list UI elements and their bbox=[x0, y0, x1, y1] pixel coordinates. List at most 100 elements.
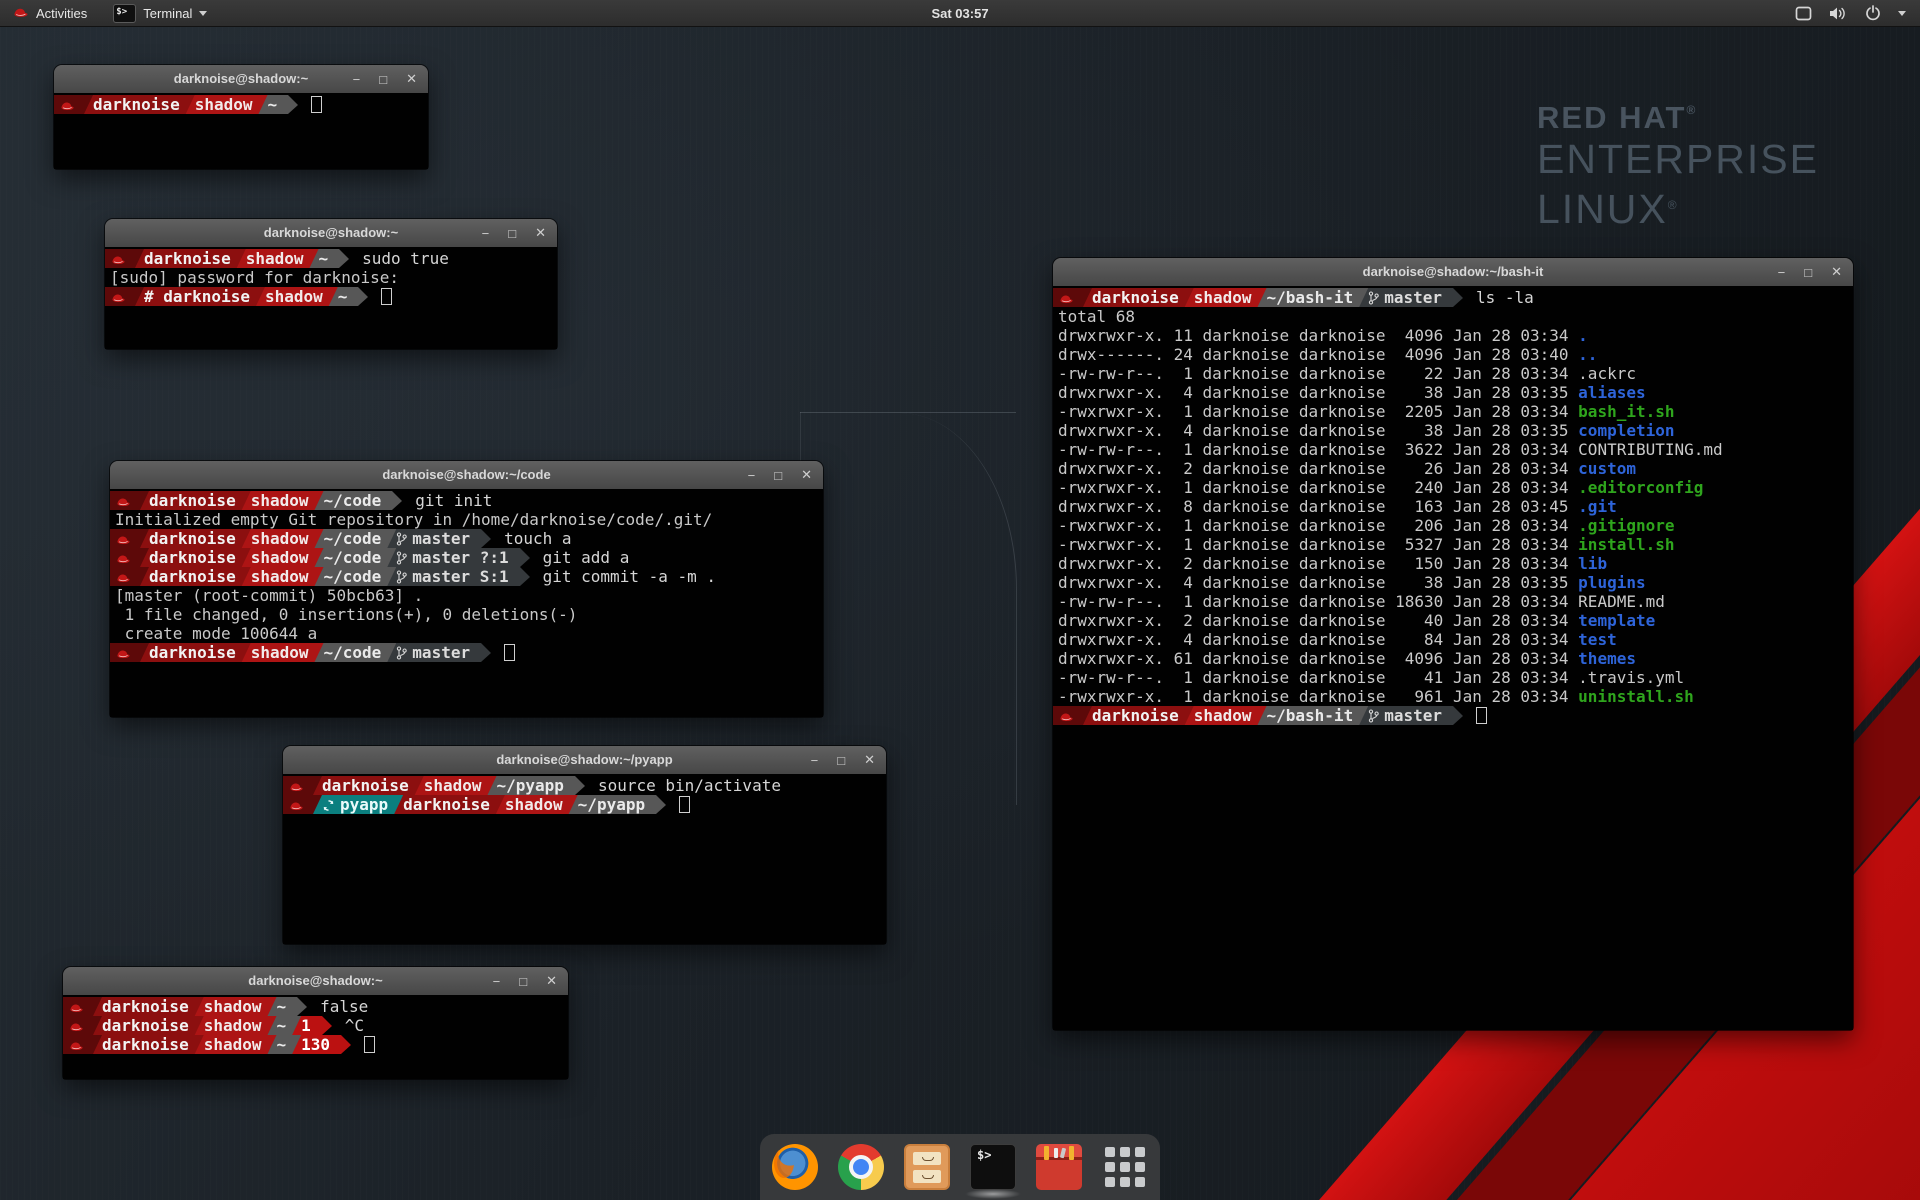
terminal-window-sudo[interactable]: darknoise@shadow:~ −□✕ darknoiseshadow~s… bbox=[105, 219, 557, 349]
prompt-arrow-cap bbox=[656, 795, 666, 814]
terminal-content[interactable]: darknoiseshadow ~/pyappsource bin/activat… bbox=[283, 774, 886, 944]
filename-dir: plugins bbox=[1578, 573, 1645, 592]
terminal-window-code[interactable]: darknoise@shadow:~/code −□✕ darknoisesha… bbox=[110, 461, 823, 717]
close-button[interactable]: ✕ bbox=[801, 467, 812, 483]
terminal-dock-icon[interactable]: $> bbox=[970, 1144, 1016, 1190]
prompt-line: pyappdarknoiseshadow~/pyapp bbox=[283, 795, 886, 814]
output-line: drwxrwxr-x. 4 darknoise darknoise 38 Jan… bbox=[1053, 421, 1853, 440]
prompt-segment-host: shadow bbox=[1184, 288, 1267, 307]
command-text: false bbox=[320, 997, 368, 1016]
close-button[interactable]: ✕ bbox=[1831, 264, 1842, 280]
terminal-content[interactable]: darknoiseshadow~/codegit initInitialized… bbox=[110, 489, 823, 717]
power-icon bbox=[1865, 5, 1881, 21]
grid-dot bbox=[1120, 1162, 1130, 1172]
activities-button[interactable]: Activities bbox=[0, 0, 100, 26]
minimize-button[interactable]: − bbox=[811, 753, 819, 768]
output-text: -rwxrwxr-x. 1 darknoise darknoise 240 Ja… bbox=[1058, 478, 1578, 497]
toolbox-icon[interactable] bbox=[1036, 1144, 1082, 1190]
prompt-line: # darknoiseshadow~ bbox=[105, 287, 557, 306]
prompt-segment-host: shadow bbox=[414, 776, 497, 795]
output-text: -rwxrwxr-x. 1 darknoise darknoise 206 Ja… bbox=[1058, 516, 1578, 535]
filename-dir: template bbox=[1578, 611, 1655, 630]
close-button[interactable]: ✕ bbox=[864, 752, 875, 768]
output-line: -rwxrwxr-x. 1 darknoise darknoise 5327 J… bbox=[1053, 535, 1853, 554]
maximize-button[interactable]: □ bbox=[1804, 265, 1812, 280]
close-button[interactable]: ✕ bbox=[546, 973, 557, 989]
minimize-button[interactable]: − bbox=[748, 468, 756, 483]
app-menu-terminal[interactable]: $> Terminal bbox=[100, 0, 220, 26]
prompt-segment-user: darknoise bbox=[312, 776, 424, 795]
output-text: drwx------. 24 darknoise darknoise 4096 … bbox=[1058, 345, 1578, 364]
redhat-icon bbox=[111, 289, 126, 308]
file-manager-icon[interactable] bbox=[904, 1144, 950, 1190]
prompt-arrow-cap bbox=[1453, 706, 1463, 725]
maximize-button[interactable]: □ bbox=[508, 226, 516, 241]
terminal-window-pyapp[interactable]: darknoise@shadow:~/pyapp − □ ✕ darknoisesh… bbox=[283, 746, 886, 944]
command-text: source bin/activate bbox=[598, 776, 781, 795]
close-button[interactable]: ✕ bbox=[535, 225, 546, 241]
output-line: drwxrwxr-x. 2 darknoise darknoise 26 Jan… bbox=[1053, 459, 1853, 478]
prompt-segment-host: shadow bbox=[236, 249, 319, 268]
window-titlebar[interactable]: darknoise@shadow:~/pyapp − □ ✕ bbox=[283, 746, 886, 775]
prompt-line: darknoiseshadow~/codemaster ?:1git add a bbox=[110, 548, 823, 567]
filename-dir: .. bbox=[1578, 345, 1597, 364]
prompt-glyph: $> bbox=[977, 1148, 991, 1162]
prompt-segment-path: ~/pyapp bbox=[568, 795, 656, 814]
volume-icon bbox=[1829, 6, 1848, 21]
window-titlebar[interactable]: darknoise@shadow:~/bash-it −□✕ bbox=[1053, 258, 1853, 287]
output-line: drwx------. 24 darknoise darknoise 4096 … bbox=[1053, 345, 1853, 364]
window-titlebar[interactable]: darknoise@shadow:~ −□✕ bbox=[105, 219, 557, 248]
command-text: git init bbox=[415, 491, 492, 510]
close-button[interactable]: ✕ bbox=[406, 71, 417, 87]
output-text: drwxrwxr-x. 8 darknoise darknoise 163 Ja… bbox=[1058, 497, 1578, 516]
terminal-window-bash-it[interactable]: darknoise@shadow:~/bash-it −□✕ darknoise… bbox=[1053, 258, 1853, 1030]
minimize-button[interactable]: − bbox=[493, 974, 501, 989]
prompt-segment-host: shadow bbox=[194, 1016, 277, 1035]
prompt-segment-user: darknoise bbox=[1082, 288, 1194, 307]
app-menu-label: Terminal bbox=[143, 6, 192, 21]
firefox-icon[interactable] bbox=[772, 1144, 818, 1190]
output-text: create mode 100644 a bbox=[115, 624, 317, 643]
terminal-content[interactable]: darknoiseshadow~sudo true[sudo] password… bbox=[105, 247, 557, 349]
command-text: git add a bbox=[543, 548, 630, 567]
terminal-window-home-small[interactable]: darknoise@shadow:~ −□✕ darknoiseshadow~ bbox=[54, 65, 428, 169]
output-text: drwxrwxr-x. 2 darknoise darknoise 40 Jan… bbox=[1058, 611, 1578, 630]
terminal-window-exitcodes[interactable]: darknoise@shadow:~ −□✕ darknoiseshadow~f… bbox=[63, 967, 568, 1079]
minimize-button[interactable]: − bbox=[1778, 265, 1786, 280]
window-titlebar[interactable]: darknoise@shadow:~ −□✕ bbox=[63, 967, 568, 996]
output-line: 1 file changed, 0 insertions(+), 0 delet… bbox=[110, 605, 823, 624]
prompt-line: darknoiseshadow~1^C bbox=[63, 1016, 568, 1035]
maximize-button[interactable]: □ bbox=[837, 753, 845, 768]
prompt-arrow-cap bbox=[1453, 288, 1463, 307]
window-titlebar[interactable]: darknoise@shadow:~/code −□✕ bbox=[110, 461, 823, 490]
prompt-line: darknoiseshadow~130 bbox=[63, 1035, 568, 1054]
git-branch-icon bbox=[1368, 708, 1379, 727]
minimize-button[interactable]: − bbox=[482, 226, 490, 241]
terminal-content[interactable]: darknoiseshadow~falsedarknoiseshadow~1^C… bbox=[63, 995, 568, 1079]
output-text: drwxrwxr-x. 4 darknoise darknoise 38 Jan… bbox=[1058, 383, 1578, 402]
dock: $> bbox=[760, 1134, 1160, 1200]
window-title: darknoise@shadow:~/pyapp bbox=[283, 746, 886, 774]
minimize-button[interactable]: − bbox=[353, 72, 361, 87]
redhat-icon bbox=[116, 493, 131, 512]
redhat-icon bbox=[116, 569, 131, 588]
maximize-button[interactable]: □ bbox=[519, 974, 527, 989]
app-grid-icon[interactable] bbox=[1102, 1144, 1148, 1190]
output-text: -rw-rw-r--. 1 darknoise darknoise 41 Jan… bbox=[1058, 668, 1684, 687]
window-titlebar[interactable]: darknoise@shadow:~ −□✕ bbox=[54, 65, 428, 94]
rhel-logo: RED HAT® ENTERPRISE LINUX® bbox=[1537, 100, 1819, 232]
terminal-content[interactable]: darknoiseshadow~/bash-itmasterls -latota… bbox=[1053, 286, 1853, 1030]
prompt-line: darknoiseshadow~false bbox=[63, 997, 568, 1016]
terminal-content[interactable]: darknoiseshadow~ bbox=[54, 93, 428, 169]
maximize-button[interactable]: □ bbox=[774, 468, 782, 483]
output-line: drwxrwxr-x. 4 darknoise darknoise 38 Jan… bbox=[1053, 383, 1853, 402]
system-status-area[interactable] bbox=[1795, 0, 1920, 26]
maximize-button[interactable]: □ bbox=[379, 72, 387, 87]
output-line: -rwxrwxr-x. 1 darknoise darknoise 240 Ja… bbox=[1053, 478, 1853, 497]
prompt-arrow-cap bbox=[288, 95, 298, 114]
output-text: [sudo] password for darknoise: bbox=[110, 268, 399, 287]
redhat-icon bbox=[116, 531, 131, 550]
output-line: [sudo] password for darknoise: bbox=[105, 268, 557, 287]
chrome-icon[interactable] bbox=[838, 1144, 884, 1190]
clock[interactable]: Sat 03:57 bbox=[931, 6, 988, 21]
